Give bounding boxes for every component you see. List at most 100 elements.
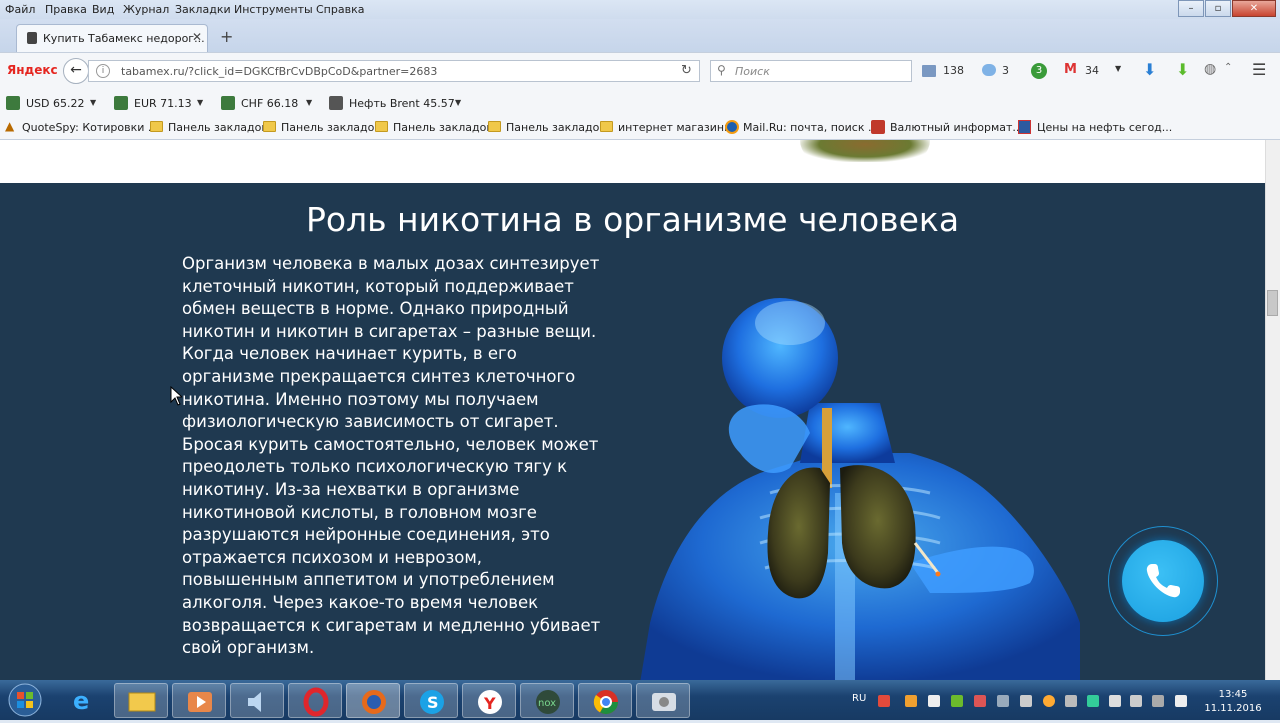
taskbar-media-center[interactable] <box>636 683 690 718</box>
chart-up-icon <box>6 96 20 110</box>
tray-app-icon[interactable] <box>878 695 890 707</box>
page-icon <box>1018 120 1031 134</box>
section-paragraph: Организм человека в малых дозах синтезир… <box>182 254 601 658</box>
bookmark-forex[interactable]: Валютный информат... <box>890 121 1023 134</box>
counter-badge[interactable]: 3 <box>1031 63 1047 79</box>
menu-help[interactable]: Справка <box>316 3 364 16</box>
tab-title: Купить Табамекс недорог... <box>43 32 205 45</box>
taskbar-opera[interactable] <box>288 683 342 718</box>
mail-count[interactable]: 138 <box>943 64 964 77</box>
chevron-down-icon[interactable]: ▼ <box>455 98 461 107</box>
currency-chf[interactable]: CHF 66.18 <box>241 97 298 110</box>
tray-app-icon[interactable] <box>1087 695 1099 707</box>
start-button[interactable] <box>4 681 46 719</box>
system-clock[interactable]: 13:45 11.11.2016 <box>1203 688 1263 716</box>
menu-bookmarks[interactable]: Закладки <box>175 3 231 16</box>
bookmark-folder[interactable]: Панель закладок <box>506 121 606 134</box>
download-arrow-icon[interactable]: ⬇ <box>1143 60 1156 79</box>
window-controls: – ▫ ✕ <box>1177 0 1276 18</box>
taskbar-file-explorer[interactable] <box>114 683 168 718</box>
clock-date: 11.11.2016 <box>1204 703 1262 714</box>
bookmark-internet-shops[interactable]: интернет магазины <box>618 121 733 134</box>
chevron-down-icon[interactable]: ▼ <box>306 98 312 107</box>
bookmark-quotespy[interactable]: QuoteSpy: Котировки ... <box>22 121 158 134</box>
taskbar-internet-explorer[interactable]: e <box>57 683 111 718</box>
bookmark-folder[interactable]: Панель закладок <box>168 121 268 134</box>
bookmark-oil-prices[interactable]: Цены на нефть сегод... <box>1037 121 1172 134</box>
forex-icon <box>871 120 885 134</box>
tray-app-icon[interactable] <box>1020 695 1032 707</box>
sync-icon[interactable]: ◍ <box>1204 61 1216 77</box>
yandex-logo[interactable]: Яндекс <box>7 63 58 77</box>
close-window-button[interactable]: ✕ <box>1232 0 1276 17</box>
menu-view[interactable]: Вид <box>92 3 114 16</box>
gmail-icon[interactable]: M <box>1064 63 1078 76</box>
taskbar-nox[interactable]: nox <box>520 683 574 718</box>
taskbar-volume-app[interactable] <box>230 683 284 718</box>
bookmark-folder[interactable]: Панель закладок <box>281 121 381 134</box>
site-info-icon[interactable]: i <box>96 64 110 78</box>
call-button[interactable] <box>1122 540 1204 622</box>
menu-edit[interactable]: Правка <box>45 3 87 16</box>
tray-app-icon[interactable] <box>1109 695 1121 707</box>
weather-value[interactable]: 3 <box>1002 64 1009 77</box>
smoker-xray-illustration <box>640 298 1080 680</box>
reload-icon[interactable]: ↻ <box>681 63 692 78</box>
download-green-icon[interactable]: ⬇ <box>1176 60 1189 79</box>
currency-brent[interactable]: Нефть Brent 45.57 <box>349 97 455 110</box>
nicotine-section: Роль никотина в организме человека Орган… <box>0 183 1265 680</box>
gmail-tray-icon[interactable] <box>928 695 940 707</box>
search-input[interactable]: ⚲ Поиск <box>710 60 912 82</box>
dropdown-chevron-icon[interactable]: ▼ <box>1115 64 1121 73</box>
currency-bar <box>0 90 1280 116</box>
taskbar-skype[interactable]: S <box>404 683 458 718</box>
url-text: tabamex.ru/?click_id=DGKCfBrCvDBpCoD&par… <box>121 65 438 78</box>
svg-text:S: S <box>427 693 439 712</box>
clock-time: 13:45 <box>1218 689 1248 700</box>
minimize-button[interactable]: – <box>1178 0 1204 17</box>
volume-icon[interactable] <box>1152 695 1164 707</box>
action-center-flag-icon[interactable] <box>1175 695 1187 707</box>
scrollbar-thumb[interactable] <box>1267 290 1278 316</box>
currency-eur[interactable]: EUR 71.13 <box>134 97 192 110</box>
tray-app-icon[interactable] <box>974 695 986 707</box>
folder-icon <box>263 121 276 132</box>
menu-file[interactable]: Файл <box>5 3 35 16</box>
bookmark-mailru[interactable]: Mail.Ru: почта, поиск ... <box>743 121 878 134</box>
new-tab-button[interactable]: + <box>220 27 233 46</box>
language-indicator[interactable]: RU <box>852 693 866 704</box>
chevron-down-icon[interactable]: ▼ <box>197 98 203 107</box>
tab-active[interactable]: Купить Табамекс недорог... ✕ <box>16 24 208 52</box>
address-bar[interactable]: i tabamex.ru/?click_id=DGKCfBrCvDBpCoD&p… <box>88 60 700 82</box>
menu-tools[interactable]: Инструменты <box>234 3 313 16</box>
gmail-count[interactable]: 34 <box>1085 64 1099 77</box>
speaker-icon[interactable] <box>1065 695 1077 707</box>
menu-hamburger-icon[interactable]: ☰ <box>1252 60 1266 79</box>
chevron-down-icon[interactable]: ▼ <box>90 98 96 107</box>
tray-app-icon[interactable] <box>1043 695 1055 707</box>
mouse-cursor-icon <box>170 386 182 406</box>
maximize-button[interactable]: ▫ <box>1205 0 1231 17</box>
currency-usd[interactable]: USD 65.22 <box>26 97 85 110</box>
toolbar-expand-icon[interactable]: ⌃ <box>1224 62 1232 73</box>
weather-icon[interactable] <box>982 64 996 76</box>
back-button[interactable]: ← <box>63 58 89 84</box>
phone-icon <box>1146 564 1180 598</box>
taskbar-firefox[interactable] <box>346 683 400 718</box>
page-scrollbar[interactable] <box>1265 140 1280 680</box>
folder-icon <box>600 121 613 132</box>
taskbar-media-player[interactable] <box>172 683 226 718</box>
mail-icon[interactable] <box>922 65 936 77</box>
taskbar-chrome[interactable] <box>578 683 632 718</box>
network-icon[interactable] <box>1130 695 1142 707</box>
menu-history[interactable]: Журнал <box>123 3 169 16</box>
tray-app-icon[interactable] <box>997 695 1009 707</box>
folder-icon <box>150 121 163 132</box>
mailru-icon <box>725 120 739 134</box>
bookmark-folder[interactable]: Панель закладок <box>393 121 493 134</box>
tray-app-icon[interactable] <box>905 695 917 707</box>
tray-app-icon[interactable] <box>951 695 963 707</box>
tab-close-icon[interactable]: ✕ <box>192 30 202 44</box>
taskbar-yandex-browser[interactable]: Y <box>462 683 516 718</box>
chart-up-icon <box>221 96 235 110</box>
